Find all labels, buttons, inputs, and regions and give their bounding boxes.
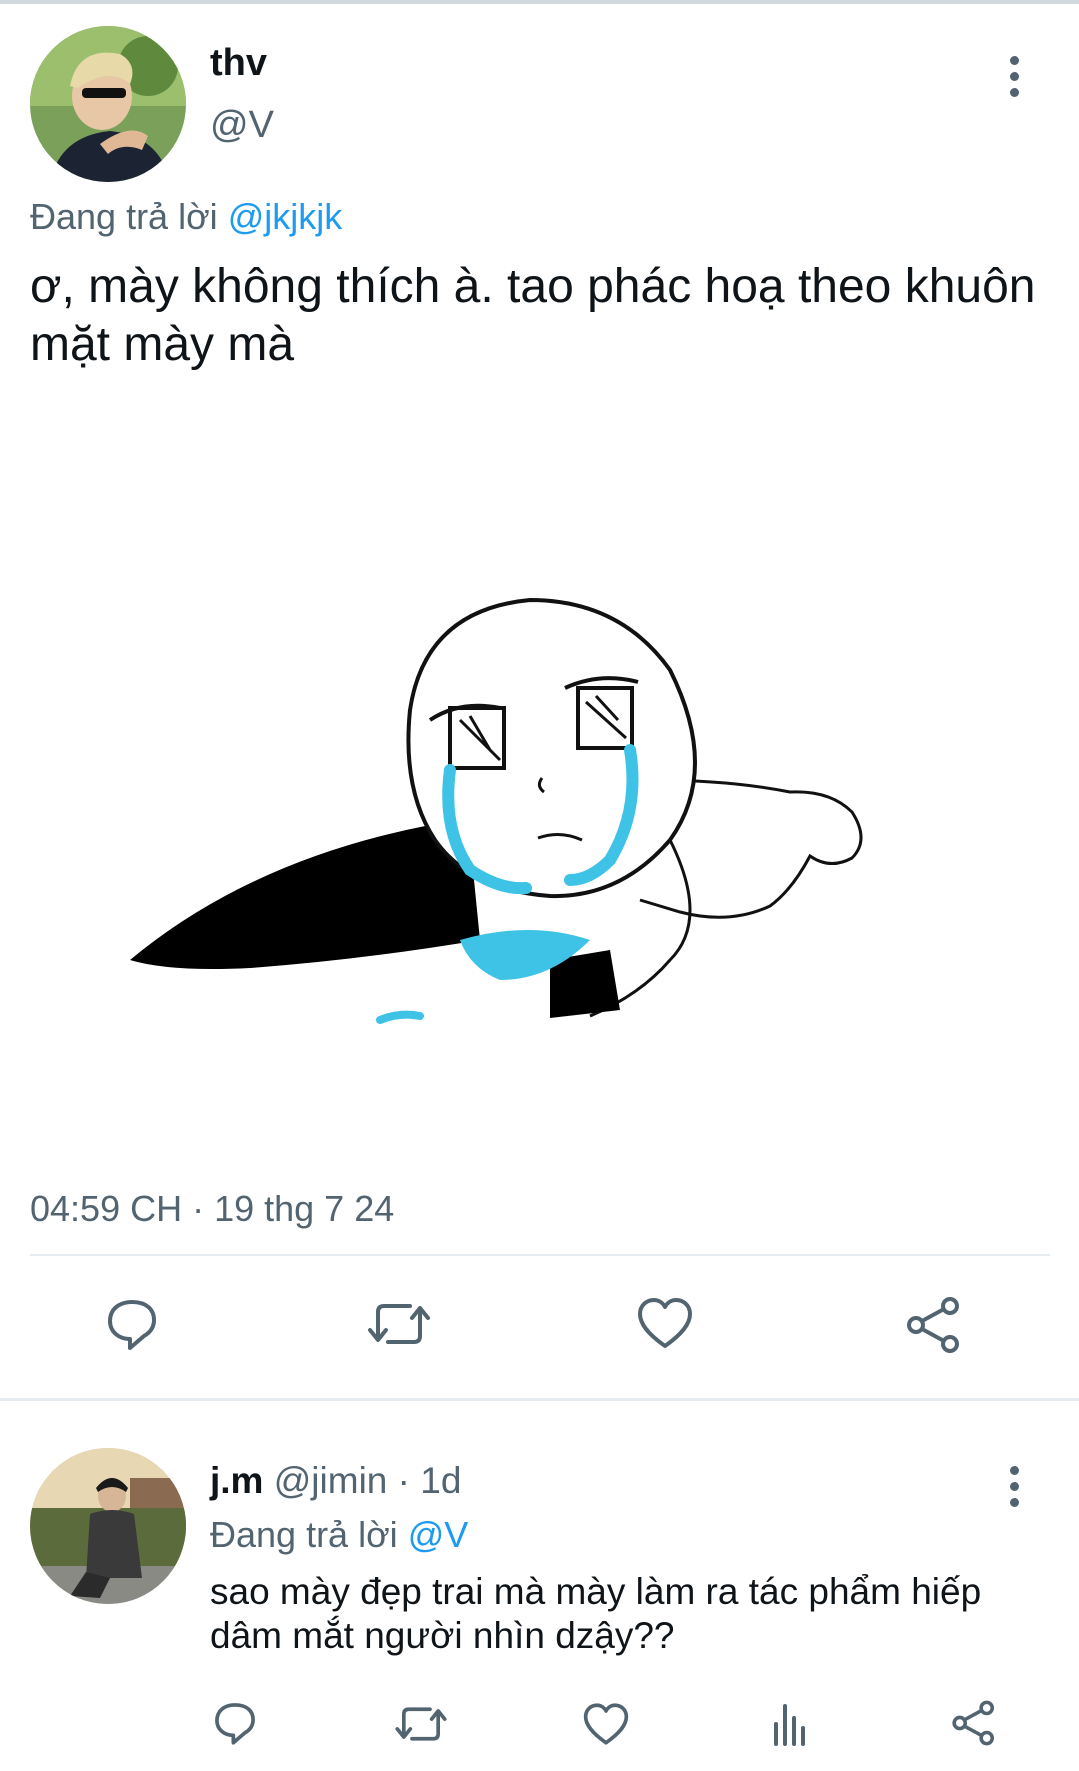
author-avatar[interactable]: [30, 26, 186, 182]
section-separator: [0, 1398, 1079, 1401]
reply-share-icon[interactable]: [950, 1700, 998, 1746]
reply-avatar-image: [30, 1448, 186, 1604]
replying-to-line: Đang trả lời @jkjkjk: [30, 196, 342, 238]
reply-icon[interactable]: [104, 1296, 160, 1352]
author-handle[interactable]: @V: [210, 104, 274, 147]
tweet-text: ơ, mày không thích à. tao phác hoạ theo …: [30, 260, 1036, 371]
like-icon[interactable]: [636, 1296, 694, 1350]
reply-replying-to-line: Đang trả lời @V: [210, 1514, 468, 1556]
author-name[interactable]: thv: [210, 42, 267, 85]
reply-author-name[interactable]: j.m: [210, 1460, 263, 1501]
reply-author-avatar[interactable]: [30, 1448, 186, 1604]
reply-like-icon[interactable]: [582, 1702, 630, 1746]
reply-more-options-icon[interactable]: [1004, 1466, 1024, 1516]
avatar-image: [30, 26, 186, 182]
replying-prefix: Đang trả lời: [30, 196, 218, 237]
more-options-icon[interactable]: [1004, 56, 1024, 106]
reply-header: j.m @jimin · 1d: [210, 1460, 461, 1502]
share-icon[interactable]: [904, 1296, 964, 1354]
tweet-media-drawing[interactable]: [30, 420, 1040, 1120]
divider: [30, 1254, 1050, 1256]
reply-reply-icon[interactable]: [212, 1700, 258, 1746]
reply-author-handle[interactable]: @jimin: [274, 1460, 388, 1501]
retweet-icon[interactable]: [366, 1298, 432, 1350]
reply-replying-to-mention[interactable]: @V: [408, 1514, 469, 1555]
reply-analytics-icon[interactable]: [770, 1700, 810, 1746]
reply-replying-prefix: Đang trả lời: [210, 1514, 398, 1555]
reply-time: · 1d: [397, 1460, 462, 1501]
tweet-timestamp[interactable]: 04:59 CH · 19 thg 7 24: [30, 1188, 394, 1230]
reply-text: sao mày đẹp trai mà mày làm ra tác phẩm …: [210, 1571, 982, 1656]
top-border: [0, 0, 1079, 4]
replying-to-mention[interactable]: @jkjkjk: [228, 196, 343, 237]
reply-retweet-icon[interactable]: [394, 1702, 448, 1746]
